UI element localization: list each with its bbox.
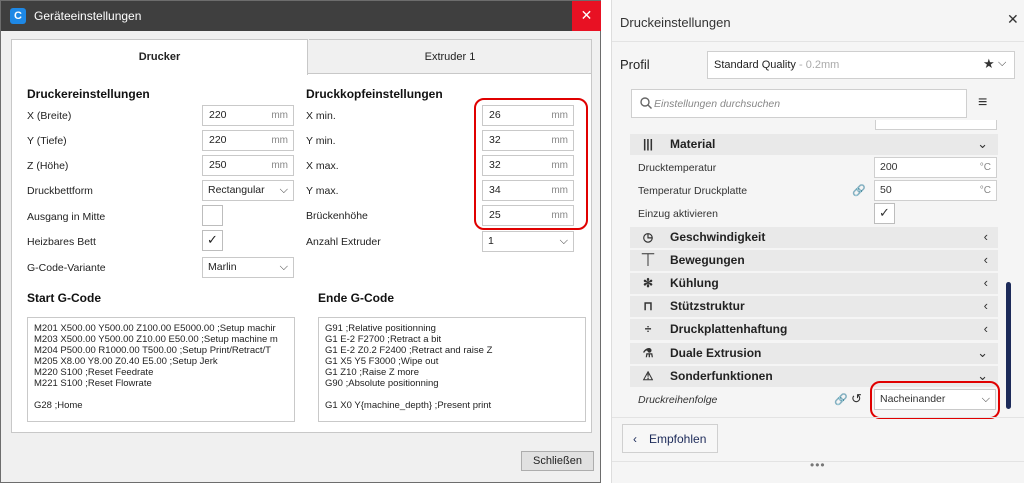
chevron-down-icon: ⌵	[998, 57, 1007, 69]
bed-temperature-input[interactable]: 50 °C	[874, 180, 997, 201]
dialog-close-button[interactable]: ✕	[572, 1, 601, 31]
print-settings-panel: Druckeinstellungen ✕ Profil Standard Qua…	[611, 0, 1024, 483]
support-icon: ⊓	[643, 299, 653, 313]
gcode-flavor-label: G-Code-Variante	[27, 262, 106, 274]
category-adhesion[interactable]: ÷ Druckplattenhaftung ‹	[630, 319, 998, 340]
profile-value: Standard Quality	[714, 59, 796, 71]
z-height-input[interactable]: 250 mm	[202, 155, 294, 176]
link-icon[interactable]: 🔗	[834, 393, 848, 406]
category-travel[interactable]: ⏉ Bewegungen ‹	[630, 250, 998, 271]
drag-handle[interactable]: •••	[810, 458, 826, 472]
checkmark-icon: ✓	[207, 232, 218, 247]
setting-print-temperature: Drucktemperatur 200 °C	[630, 157, 998, 179]
category-material[interactable]: ||| Material ⌄	[630, 134, 998, 155]
end-gcode-heading: Ende G-Code	[318, 291, 395, 305]
category-cooling[interactable]: ✻ Kühlung ‹	[630, 273, 998, 294]
printer-settings-heading: Druckereinstellungen	[27, 87, 150, 101]
tab-printer[interactable]: Drucker	[11, 39, 308, 75]
chevron-down-icon: ⌄	[977, 345, 988, 360]
x-width-input[interactable]: 220 mm	[202, 105, 294, 126]
retraction-checkbox[interactable]: ✓	[874, 203, 895, 224]
xmin-label: X min.	[306, 110, 336, 122]
start-gcode-textarea[interactable]: M201 X500.00 Y500.00 Z100.00 E5000.00 ;S…	[27, 317, 295, 422]
bed-shape-select[interactable]: Rectangular ⌵	[202, 180, 294, 201]
chevron-left-icon: ‹	[983, 252, 988, 267]
end-gcode-textarea[interactable]: G91 ;Relative positionning G1 E-2 F2700 …	[318, 317, 586, 422]
clipped-input	[875, 120, 997, 130]
category-speed[interactable]: ◷ Geschwindigkeit ‹	[630, 227, 998, 248]
gantry-height-label: Brückenhöhe	[306, 210, 368, 222]
dialog-title-bar[interactable]: C Geräteeinstellungen ✕	[1, 1, 601, 31]
scrollbar[interactable]	[1006, 282, 1011, 409]
category-support[interactable]: ⊓ Stützstruktur ‹	[630, 296, 998, 317]
chevron-down-icon: ⌵	[279, 261, 288, 273]
travel-icon: ⏉	[641, 253, 654, 267]
print-temperature-input[interactable]: 200 °C	[874, 157, 997, 178]
star-icon[interactable]: ★	[983, 56, 995, 72]
bed-shape-label: Druckbettform	[27, 185, 93, 197]
extruder-count-label: Anzahl Extruder	[306, 236, 381, 248]
checkmark-icon: ✓	[879, 205, 890, 220]
ymax-label: Y max.	[306, 185, 339, 197]
speed-icon: ◷	[642, 230, 654, 244]
heated-bed-checkbox[interactable]: ✓	[202, 230, 223, 251]
gcode-flavor-select[interactable]: Marlin ⌵	[202, 257, 294, 278]
highlight-box-print-sequence	[870, 381, 1000, 419]
chevron-left-icon: ‹	[983, 275, 988, 290]
material-icon: |||	[642, 137, 654, 151]
start-gcode-heading: Start G-Code	[27, 291, 102, 305]
settings-search-input[interactable]: Einstellungen durchsuchen	[631, 89, 967, 118]
search-placeholder: Einstellungen durchsuchen	[654, 98, 781, 110]
dialog-title: Geräteeinstellungen	[34, 9, 142, 23]
heated-bed-label: Heizbares Bett	[27, 236, 96, 248]
xmax-label: X max.	[306, 160, 339, 172]
link-icon[interactable]: 🔗	[852, 184, 866, 197]
x-width-label: X (Breite)	[27, 110, 72, 122]
profile-label: Profil	[620, 57, 650, 72]
y-depth-input[interactable]: 220 mm	[202, 130, 294, 151]
origin-center-label: Ausgang in Mitte	[27, 211, 106, 223]
tab-extruder-1[interactable]: Extruder 1	[309, 39, 592, 74]
close-icon[interactable]: ✕	[1007, 11, 1019, 28]
chevron-left-icon: ‹	[983, 298, 988, 313]
reset-icon[interactable]: ↺	[851, 391, 862, 407]
divider	[612, 417, 1024, 418]
ymin-label: Y min.	[306, 135, 336, 147]
settings-list: ||| Material ⌄ Drucktemperatur 200 °C Tem…	[630, 120, 998, 412]
z-height-label: Z (Höhe)	[27, 160, 69, 172]
dual-extrusion-icon: ⚗	[642, 346, 654, 360]
chevron-down-icon: ⌵	[279, 184, 288, 196]
setting-bed-temperature: Temperatur Druckplatte 🔗 50 °C	[630, 180, 998, 202]
fan-icon: ✻	[642, 276, 654, 290]
chevron-left-icon: ‹	[633, 432, 637, 446]
machine-settings-dialog: C Geräteeinstellungen ✕ Drucker Extruder…	[0, 0, 601, 483]
special-modes-icon: ⚠	[642, 369, 654, 383]
setting-retraction: Einzug aktivieren ✓	[630, 203, 998, 225]
y-depth-label: Y (Tiefe)	[27, 135, 67, 147]
printhead-settings-heading: Druckkopfeinstellungen	[306, 87, 443, 101]
category-dual-extrusion[interactable]: ⚗ Duale Extrusion ⌄	[630, 343, 998, 364]
search-icon	[640, 97, 652, 109]
cura-app-icon: C	[10, 8, 26, 24]
menu-icon[interactable]: ≡	[978, 95, 987, 111]
recommended-button[interactable]: ‹ Empfohlen	[622, 424, 718, 453]
chevron-left-icon: ‹	[983, 321, 988, 336]
profile-layer-height: - 0.2mm	[795, 59, 840, 71]
highlight-box-printhead	[474, 98, 588, 230]
extruder-count-select[interactable]: 1 ⌵	[482, 231, 574, 252]
panel-title: Druckeinstellungen	[620, 15, 731, 30]
divider	[612, 41, 1024, 42]
profile-select[interactable]: Standard Quality - 0.2mm ★ ⌵	[707, 51, 1015, 79]
close-button[interactable]: Schließen	[521, 451, 594, 471]
chevron-left-icon: ‹	[983, 229, 988, 244]
chevron-down-icon: ⌄	[977, 136, 988, 151]
origin-center-checkbox[interactable]	[202, 205, 223, 226]
chevron-down-icon: ⌵	[559, 235, 568, 247]
printer-tab-panel: Druckereinstellungen X (Breite) 220 mm Y …	[11, 73, 592, 433]
adhesion-icon: ÷	[644, 322, 652, 336]
